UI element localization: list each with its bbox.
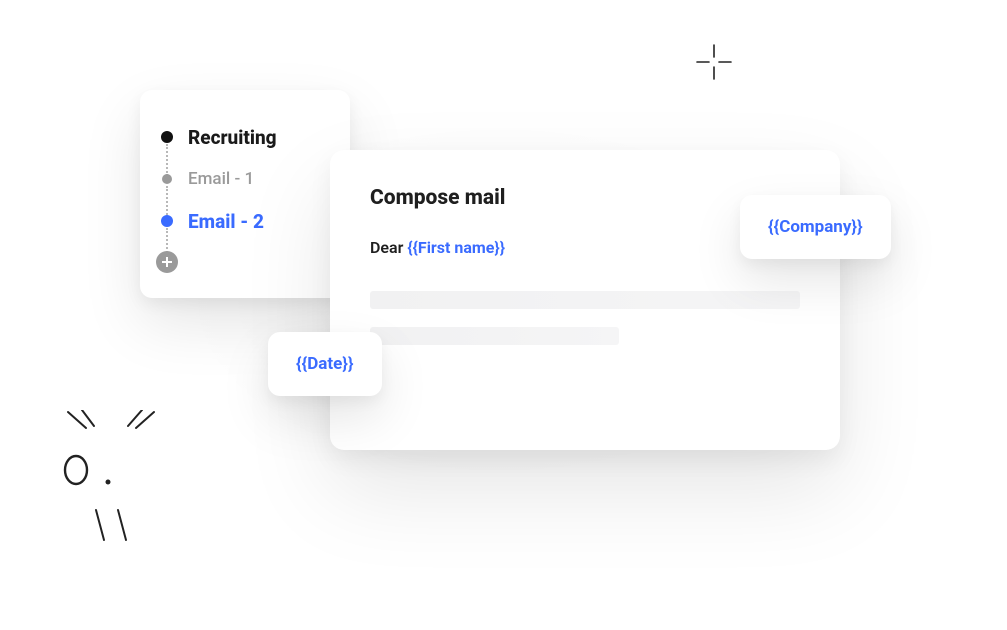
sequence-sidebar-card: Recruiting Email - 1 Email - 2 bbox=[140, 90, 350, 298]
decorative-face-doodle bbox=[56, 410, 166, 560]
body-placeholder-line-2[interactable] bbox=[370, 327, 619, 345]
stage-head-recruiting[interactable]: Recruiting bbox=[160, 116, 330, 158]
variable-chip-company[interactable]: {{Company}} bbox=[740, 195, 891, 259]
variable-chip-label: {{Company}} bbox=[768, 217, 863, 237]
dot-icon bbox=[161, 215, 173, 227]
stage-marker bbox=[160, 172, 174, 186]
stage-item-email-1[interactable]: Email - 1 bbox=[160, 158, 330, 200]
stage-item-label: Email - 2 bbox=[188, 210, 264, 233]
greeting-prefix: Dear bbox=[370, 238, 407, 257]
dot-icon bbox=[161, 131, 173, 143]
body-placeholder-line-1[interactable] bbox=[370, 291, 800, 309]
stage-marker bbox=[160, 214, 174, 228]
stage-item-email-2[interactable]: Email - 2 bbox=[160, 200, 330, 242]
stage-list: Recruiting Email - 1 Email - 2 bbox=[160, 116, 330, 276]
variable-chip-date[interactable]: {{Date}} bbox=[268, 332, 382, 396]
compose-greeting-line[interactable]: Dear {{First name}} bbox=[370, 238, 800, 257]
stage-item-label: Email - 1 bbox=[188, 169, 254, 189]
first-name-token[interactable]: {{First name}} bbox=[407, 238, 505, 257]
stage-head-label: Recruiting bbox=[188, 126, 277, 149]
add-stage-row bbox=[160, 242, 330, 276]
add-stage-button[interactable] bbox=[156, 251, 178, 273]
stage-head-marker bbox=[160, 130, 174, 144]
variable-chip-label: {{Date}} bbox=[296, 354, 354, 374]
compose-title: Compose mail bbox=[370, 186, 800, 210]
decorative-plus-doodle bbox=[694, 42, 734, 82]
dot-icon bbox=[162, 174, 172, 184]
